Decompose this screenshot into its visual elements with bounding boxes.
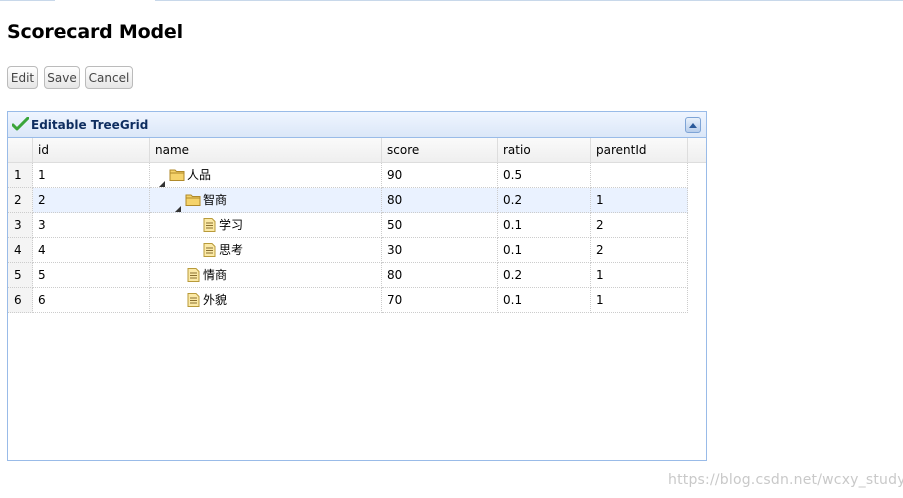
cell-name[interactable]: 外貌 [150, 288, 382, 313]
cell-name[interactable]: 学习 [150, 213, 382, 238]
header-name[interactable]: name [150, 138, 382, 162]
node-label: 智商 [203, 193, 228, 207]
header-id[interactable]: id [33, 138, 150, 162]
header-score[interactable]: score [382, 138, 498, 162]
row-number: 5 [8, 263, 33, 288]
table-row[interactable]: 6 6 外貌 70 0.1 1 [8, 288, 706, 313]
row-number: 4 [8, 238, 33, 263]
table-row[interactable]: 4 4 思考 30 0.1 2 [8, 238, 706, 263]
table-row[interactable]: 1 1 人品 90 0.5 [8, 163, 706, 188]
expand-arrow-icon[interactable] [174, 197, 182, 212]
cell-parentid[interactable]: 1 [591, 263, 688, 288]
header-rownumber [8, 138, 33, 162]
cell-id[interactable]: 6 [33, 288, 150, 313]
panel-title: Editable TreeGrid [31, 118, 149, 132]
row-number: 6 [8, 288, 33, 313]
edit-button[interactable]: Edit [7, 66, 38, 89]
grid-header: id name score ratio parentId [8, 138, 706, 163]
cell-score[interactable]: 70 [382, 288, 498, 313]
collapse-icon[interactable] [685, 117, 701, 133]
cell-parentid[interactable]: 1 [591, 188, 688, 213]
panel-header: Editable TreeGrid [8, 112, 706, 138]
cell-score[interactable]: 50 [382, 213, 498, 238]
row-number: 3 [8, 213, 33, 238]
cell-id[interactable]: 3 [33, 213, 150, 238]
top-tab-gap [55, 0, 155, 1]
node-label: 外貌 [203, 293, 228, 307]
row-number: 1 [8, 163, 33, 188]
file-icon [201, 217, 218, 233]
table-row[interactable]: 2 2 智商 80 0.2 1 [8, 188, 706, 213]
cell-score[interactable]: 90 [382, 163, 498, 188]
cell-ratio[interactable]: 0.2 [498, 188, 591, 213]
treegrid-panel: Editable TreeGrid id name score ratio pa… [7, 111, 707, 461]
cell-score[interactable]: 80 [382, 263, 498, 288]
folder-open-icon [185, 192, 202, 208]
cell-ratio[interactable]: 0.1 [498, 213, 591, 238]
page-title: Scorecard Model [7, 21, 183, 43]
cell-name[interactable]: 情商 [150, 263, 382, 288]
file-icon [201, 242, 218, 258]
cell-ratio[interactable]: 0.5 [498, 163, 591, 188]
folder-open-icon [169, 167, 186, 183]
header-ratio[interactable]: ratio [498, 138, 591, 162]
cell-ratio[interactable]: 0.1 [498, 288, 591, 313]
file-icon [185, 292, 202, 308]
watermark: https://blog.csdn.net/wcxy_study [668, 472, 903, 488]
cell-parentid[interactable] [591, 163, 688, 188]
node-label: 思考 [219, 243, 244, 257]
cell-ratio[interactable]: 0.2 [498, 263, 591, 288]
cell-ratio[interactable]: 0.1 [498, 238, 591, 263]
cell-name[interactable]: 智商 [150, 188, 382, 213]
table-row[interactable]: 3 3 学习 50 0.1 2 [8, 213, 706, 238]
cell-parentid[interactable]: 1 [591, 288, 688, 313]
checkmark-icon [11, 116, 30, 132]
cell-parentid[interactable]: 2 [591, 238, 688, 263]
node-label: 学习 [219, 218, 244, 232]
cell-name[interactable]: 人品 [150, 163, 382, 188]
cell-score[interactable]: 80 [382, 188, 498, 213]
expand-arrow-icon[interactable] [158, 172, 166, 187]
cell-parentid[interactable]: 2 [591, 213, 688, 238]
cell-id[interactable]: 5 [33, 263, 150, 288]
row-number: 2 [8, 188, 33, 213]
node-label: 情商 [203, 268, 228, 282]
cell-id[interactable]: 2 [33, 188, 150, 213]
cell-id[interactable]: 4 [33, 238, 150, 263]
save-button[interactable]: Save [44, 66, 80, 89]
table-row[interactable]: 5 5 情商 80 0.2 1 [8, 263, 706, 288]
node-label: 人品 [187, 168, 212, 182]
cell-name[interactable]: 思考 [150, 238, 382, 263]
cell-id[interactable]: 1 [33, 163, 150, 188]
file-icon [185, 267, 202, 283]
cell-score[interactable]: 30 [382, 238, 498, 263]
cancel-button[interactable]: Cancel [85, 66, 133, 89]
header-parentid[interactable]: parentId [591, 138, 688, 162]
